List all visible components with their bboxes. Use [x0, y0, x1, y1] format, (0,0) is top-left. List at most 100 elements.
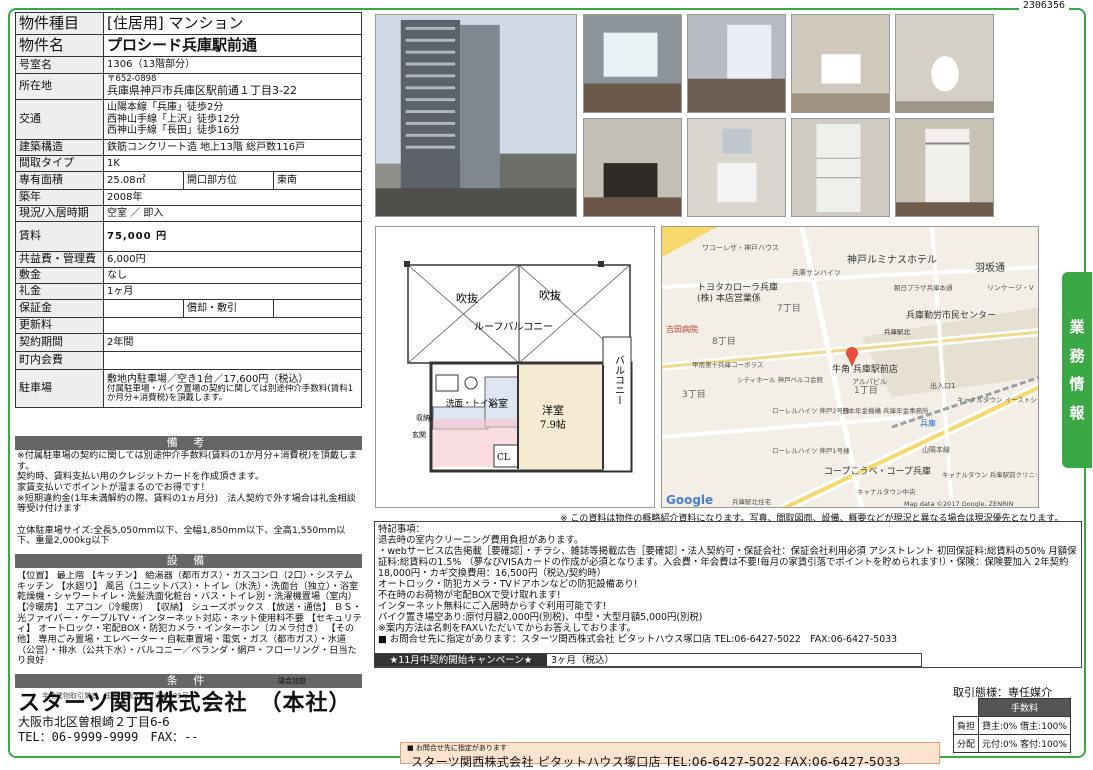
address-key: 所在地	[15, 73, 104, 100]
rent-value: 75,000 円	[103, 221, 362, 252]
contract-key: 契約期間	[15, 333, 104, 352]
special-notes-line: 不在時のお荷物が宅配BOXで受け取れます!	[378, 590, 561, 601]
map-label: 神戸ルミナスホテル	[847, 253, 937, 266]
built-key: 築年	[15, 189, 104, 206]
interior-photo-5	[583, 118, 682, 217]
business-info-tab[interactable]: 業 務 情 報	[1062, 272, 1092, 468]
reference-number: 2306356	[1018, 0, 1069, 11]
interior-photo-4	[895, 14, 994, 113]
property-table: 物件種目 [住居用] マンション 物件名 プロシード兵庫駅前通 号室名 1306（13…	[15, 12, 362, 408]
fee-value: 元付:0% 客付:100%	[978, 734, 1071, 753]
amortize-value	[273, 299, 362, 318]
campaign-value: 3ヶ月（税込）	[551, 655, 615, 666]
interior-photo-7	[791, 118, 890, 217]
plan-label-closet: CL	[497, 453, 510, 463]
layout-value: 1K	[103, 155, 362, 172]
structure-key: 建築構造	[15, 139, 104, 156]
map-label: ローレルハイツ 神戸2号棟	[772, 406, 850, 415]
rent-key: 賃料	[15, 221, 104, 252]
access-line: 西神山手線「長田」徒歩16分	[107, 125, 240, 137]
association-value	[103, 351, 362, 370]
access-line: 西神山手線「上沢」徒歩12分	[107, 113, 240, 125]
plan-label-roof-balcony: ルーフバルコニー	[474, 321, 553, 333]
type-key: 物件種目	[15, 12, 104, 35]
deposit-key: 敷金	[15, 267, 104, 284]
map-label: アルパビル	[852, 377, 887, 386]
parking-note: 付属駐車場・バイク置場の契約に関しては別途仲介手数料(賃料1か月分+消費税)を頂…	[107, 384, 354, 404]
property-name: プロシード兵庫駅前通	[103, 34, 362, 57]
plan-label-fukinuke-2: 吹抜	[539, 288, 561, 302]
google-logo: Google	[666, 493, 713, 507]
floor-plan: 吹抜 吹抜 ルーフバルコニー バルコニー 洗面・トイレ 浴室 洋室 7.9帖 収…	[375, 226, 655, 508]
map-label: ローレルハイツ 神戸1号棟	[772, 446, 850, 455]
status-value: 空室 ／ 即入	[103, 205, 362, 222]
area-value: 25.08㎡	[103, 171, 184, 190]
renewal-key: 更新料	[15, 317, 104, 334]
plan-label-bath: 浴室	[488, 397, 508, 410]
fee-table: 手数料 負担 貸主:0% 借主:100% 分配 元付:0% 客付:100%	[952, 698, 1071, 753]
map-label: 出入口1	[930, 381, 955, 390]
map-label: (株) 本店営業係	[697, 292, 761, 304]
special-notes-line: バイク置き場空あり:原付月額2,000円(別税)、中型・大型月額5,000円(別…	[378, 612, 703, 623]
company-tel: TEL：06-9999-9999 FAX：--	[18, 730, 199, 744]
interior-photo-6	[687, 118, 786, 217]
map-label: ワコーレザ・神戸ハウス	[702, 243, 779, 252]
built-value: 2008年	[103, 189, 362, 206]
access-key: 交通	[15, 99, 104, 140]
association-key: 町内会費	[15, 351, 104, 370]
guarantee-key: 保証金	[15, 299, 104, 318]
map-label: キャナルタウン中央	[857, 487, 916, 496]
map-label: 兵庫駅北住宅	[732, 497, 772, 506]
fee-key: 負担	[952, 716, 980, 735]
special-notes-line: 特記事項：	[378, 524, 425, 535]
campaign-label: ★11月中契約開始キャンペーン★	[375, 654, 547, 666]
map-label: 朝日プラザ兵庫本通	[894, 283, 953, 292]
special-notes-line: ・webサービス広告掲載［要確認］・チラシ、雑誌等掲載広告［要確認］・法人契約可…	[378, 546, 1077, 579]
tab-char: 報	[1069, 403, 1085, 422]
fee-key: 共益費・管理費	[15, 251, 104, 268]
map-label: 8丁目	[712, 336, 736, 347]
map-label: 1丁目	[854, 385, 878, 396]
map-label: キャナルタウン イーストシティハイツ	[957, 395, 1039, 404]
layout-key: 間取タイプ	[15, 155, 104, 172]
name-key: 物件名	[15, 34, 104, 57]
special-notes-line: インターネット無料にご入居時からすぐ利用可能です!	[378, 601, 607, 612]
structure-value: 鉄筋コンクリート造 地上13階 総戸数116戸	[103, 139, 362, 156]
plan-label-fukinuke-1: 吹抜	[456, 291, 478, 305]
tab-char: 業	[1069, 318, 1085, 336]
plan-label-balcony: バルコニー	[613, 355, 625, 405]
amortize-key: 償却・敷引	[183, 299, 274, 318]
plan-label-room: 洋室	[542, 403, 564, 417]
type-value: [住居用] マンション	[103, 12, 362, 35]
room-key: 号室名	[15, 56, 104, 74]
map-label: 山陽本線	[922, 445, 950, 454]
tab-char: 務	[1069, 346, 1085, 365]
map-attribution: Map data ©2017 Google, ZENRIN	[904, 500, 1014, 508]
plan-label-entrance: 玄関	[412, 430, 426, 439]
map-label: 吉田病院	[666, 324, 698, 334]
map-label: 羽坂通	[975, 262, 1005, 274]
map-label: 3丁目	[682, 389, 706, 400]
fee-header: 手数料	[978, 698, 1071, 717]
map-label: 兵庫駅北	[884, 327, 911, 336]
map-label: コープこうべ・コープ兵庫	[824, 465, 931, 477]
location-map[interactable]: ワコーレザ・神戸ハウス 神戸ルミナスホテル 羽坂通 兵庫サンハイツ トヨタカロー…	[661, 226, 1039, 508]
keymoney-value: 1ヶ月	[103, 283, 362, 300]
interior-photo-3	[791, 14, 890, 113]
campaign-row: ★11月中契約開始キャンペーン★ 3ヶ月（税込）	[374, 653, 922, 667]
plan-label-storage: 収納	[416, 413, 430, 422]
renewal-value	[103, 317, 362, 334]
map-label: 兵庫勤労市民センター	[906, 309, 996, 321]
map-label: 牛角 兵庫駅前店	[832, 363, 898, 375]
direction-key: 開口部方位	[183, 171, 274, 190]
contact-caption: ■ お問合せ先に指定があります	[407, 744, 507, 752]
direction-value: 東南	[273, 171, 362, 190]
map-label: 甲南第十兵庫コーポラス	[692, 360, 763, 369]
building-photo	[375, 14, 577, 217]
fee-value: 貸主:0% 借主:100%	[978, 716, 1071, 735]
special-notes-line: 退去時の室内クリーニング費用負担があります。	[378, 535, 584, 546]
special-notes-line: ※案内方法は名刺をFAXいただいてからお答えしております。	[378, 623, 636, 634]
contact-text: スターツ関西株式会社 ピタットハウス塚口店 TEL:06-6427-5022 F…	[411, 755, 901, 769]
keymoney-key: 礼金	[15, 283, 104, 300]
address-value: 兵庫県神戸市兵庫区駅前通１丁目3-22	[107, 84, 297, 98]
